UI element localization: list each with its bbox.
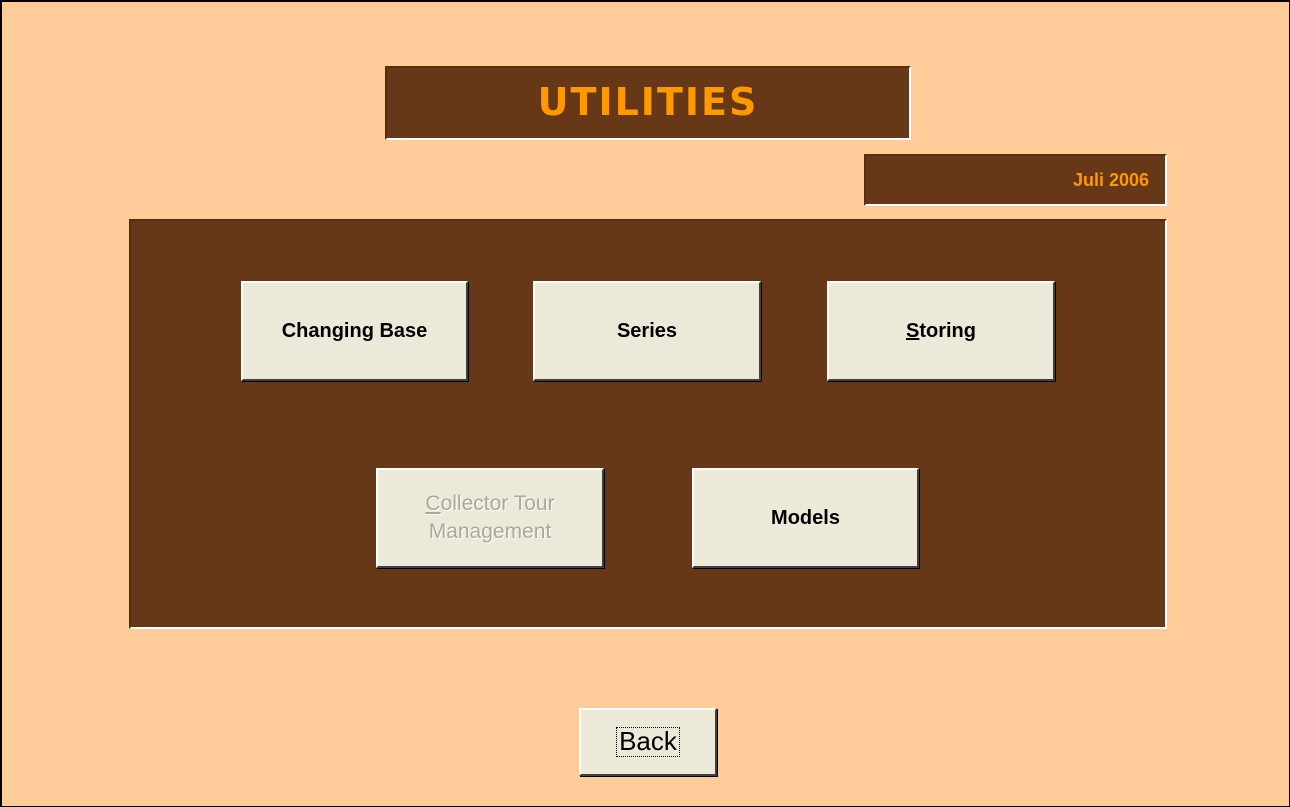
date-label: Juli 2006 — [1072, 169, 1149, 190]
series-label: Series — [616, 319, 678, 342]
collector-label-rest: ollector Tour — [440, 491, 555, 515]
title-box: UTILITIES — [385, 66, 911, 140]
page-title: UTILITIES — [537, 80, 759, 124]
date-box: Juli 2006 — [864, 154, 1167, 206]
storing-mnemonic: S — [906, 319, 920, 342]
storing-button[interactable]: Storing — [827, 281, 1055, 381]
utilities-form: UTILITIES Juli 2006 Changing Base Series… — [0, 0, 1290, 807]
collector-label-line2: Management — [428, 520, 552, 543]
series-button[interactable]: Series — [533, 281, 761, 381]
storing-label: Storing — [906, 318, 976, 345]
changing-base-label: Changing Base — [281, 319, 428, 342]
back-label: Back — [616, 727, 680, 757]
storing-label-rest: toring — [919, 319, 976, 342]
collector-mnemonic: C — [425, 491, 441, 515]
changing-base-button[interactable]: Changing Base — [241, 281, 468, 381]
models-label: Models — [771, 506, 840, 529]
collector-tour-management-button[interactable]: Collector Tour Management — [376, 468, 604, 568]
models-button[interactable]: Models — [692, 468, 919, 568]
back-button[interactable]: Back — [579, 708, 717, 776]
collector-tour-management-label: Collector Tour Management — [425, 490, 554, 547]
